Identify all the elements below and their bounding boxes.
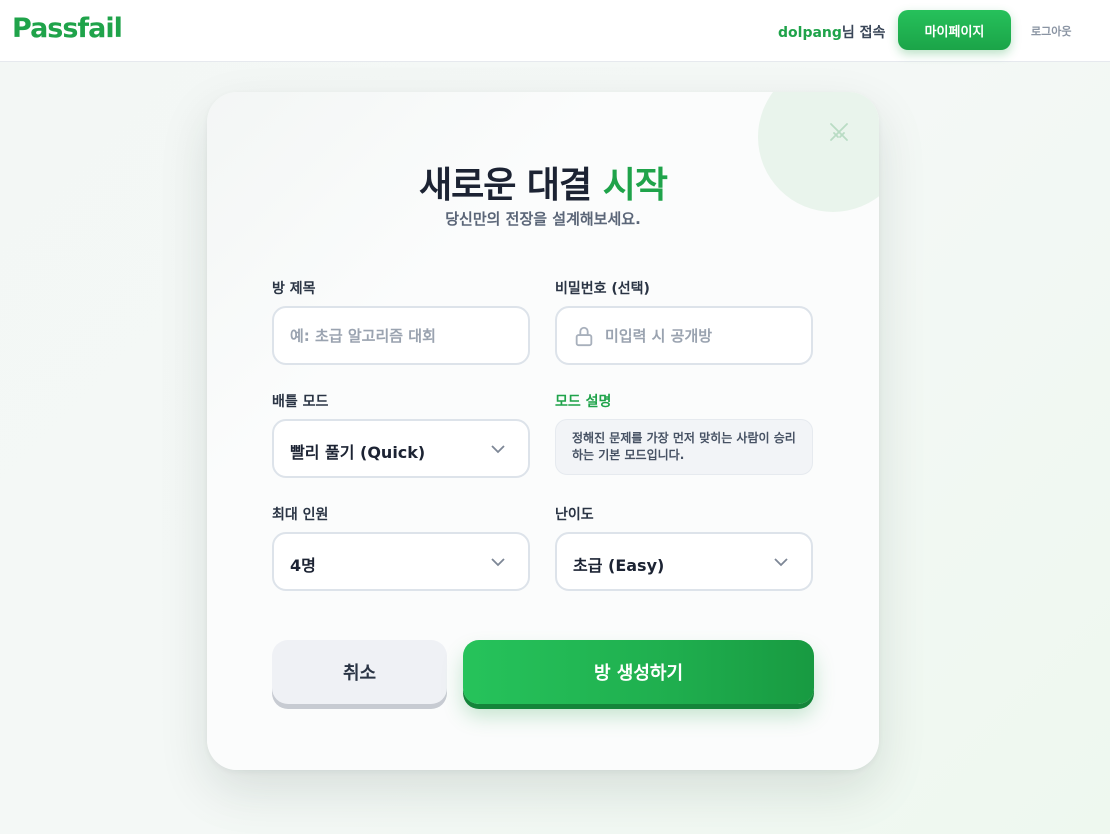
- mode-description-text: 정해진 문제를 가장 먼저 맞히는 사람이 승리하는 기본 모드입니다.: [555, 419, 813, 475]
- battle-mode-label: 배틀 모드: [272, 394, 329, 410]
- chevron-down-icon: [774, 558, 788, 567]
- create-room-card: 새로운 대결 시작 당신만의 전장을 설계해보세요. 방 제목 비밀번호 (선택…: [207, 92, 879, 770]
- password-field: [555, 306, 813, 365]
- room-title-label: 방 제목: [272, 281, 316, 297]
- title-accent: 시작: [602, 165, 668, 206]
- password-input[interactable]: [605, 308, 800, 363]
- chevron-down-icon: [491, 445, 505, 454]
- mode-description-label: 모드 설명: [555, 394, 612, 410]
- lock-icon: [575, 326, 593, 347]
- crossed-swords-icon: [830, 123, 848, 141]
- mypage-button[interactable]: 마이페이지: [898, 10, 1011, 50]
- difficulty-label: 난이도: [555, 507, 594, 523]
- page-title: 새로운 대결 시작: [207, 156, 879, 208]
- greeting-suffix: 님 접속: [841, 25, 886, 41]
- difficulty-select[interactable]: 초급 (Easy): [555, 532, 813, 591]
- room-title-field: [272, 306, 530, 365]
- difficulty-value: 초급 (Easy): [573, 556, 665, 575]
- cancel-button[interactable]: 취소: [272, 640, 447, 704]
- max-players-label: 최대 인원: [272, 507, 329, 523]
- logo[interactable]: Passfail: [12, 13, 123, 44]
- battle-mode-value: 빨리 풀기 (Quick): [290, 443, 426, 462]
- password-label: 비밀번호 (선택): [555, 281, 650, 297]
- battle-mode-select[interactable]: 빨리 풀기 (Quick): [272, 419, 530, 478]
- max-players-value: 4명: [290, 556, 316, 575]
- logout-link[interactable]: 로그아웃: [1031, 23, 1071, 39]
- page-subtitle: 당신만의 전장을 설계해보세요.: [445, 210, 641, 228]
- room-title-input[interactable]: [290, 308, 515, 363]
- chevron-down-icon: [491, 558, 505, 567]
- title-main: 새로운 대결: [419, 165, 603, 206]
- max-players-select[interactable]: 4명: [272, 532, 530, 591]
- username: dolpang: [778, 25, 842, 41]
- top-navbar: Passfail dolpang님 접속 마이페이지 로그아웃: [0, 0, 1110, 62]
- create-room-button[interactable]: 방 생성하기: [463, 640, 814, 704]
- user-greeting: dolpang님 접속: [778, 22, 885, 42]
